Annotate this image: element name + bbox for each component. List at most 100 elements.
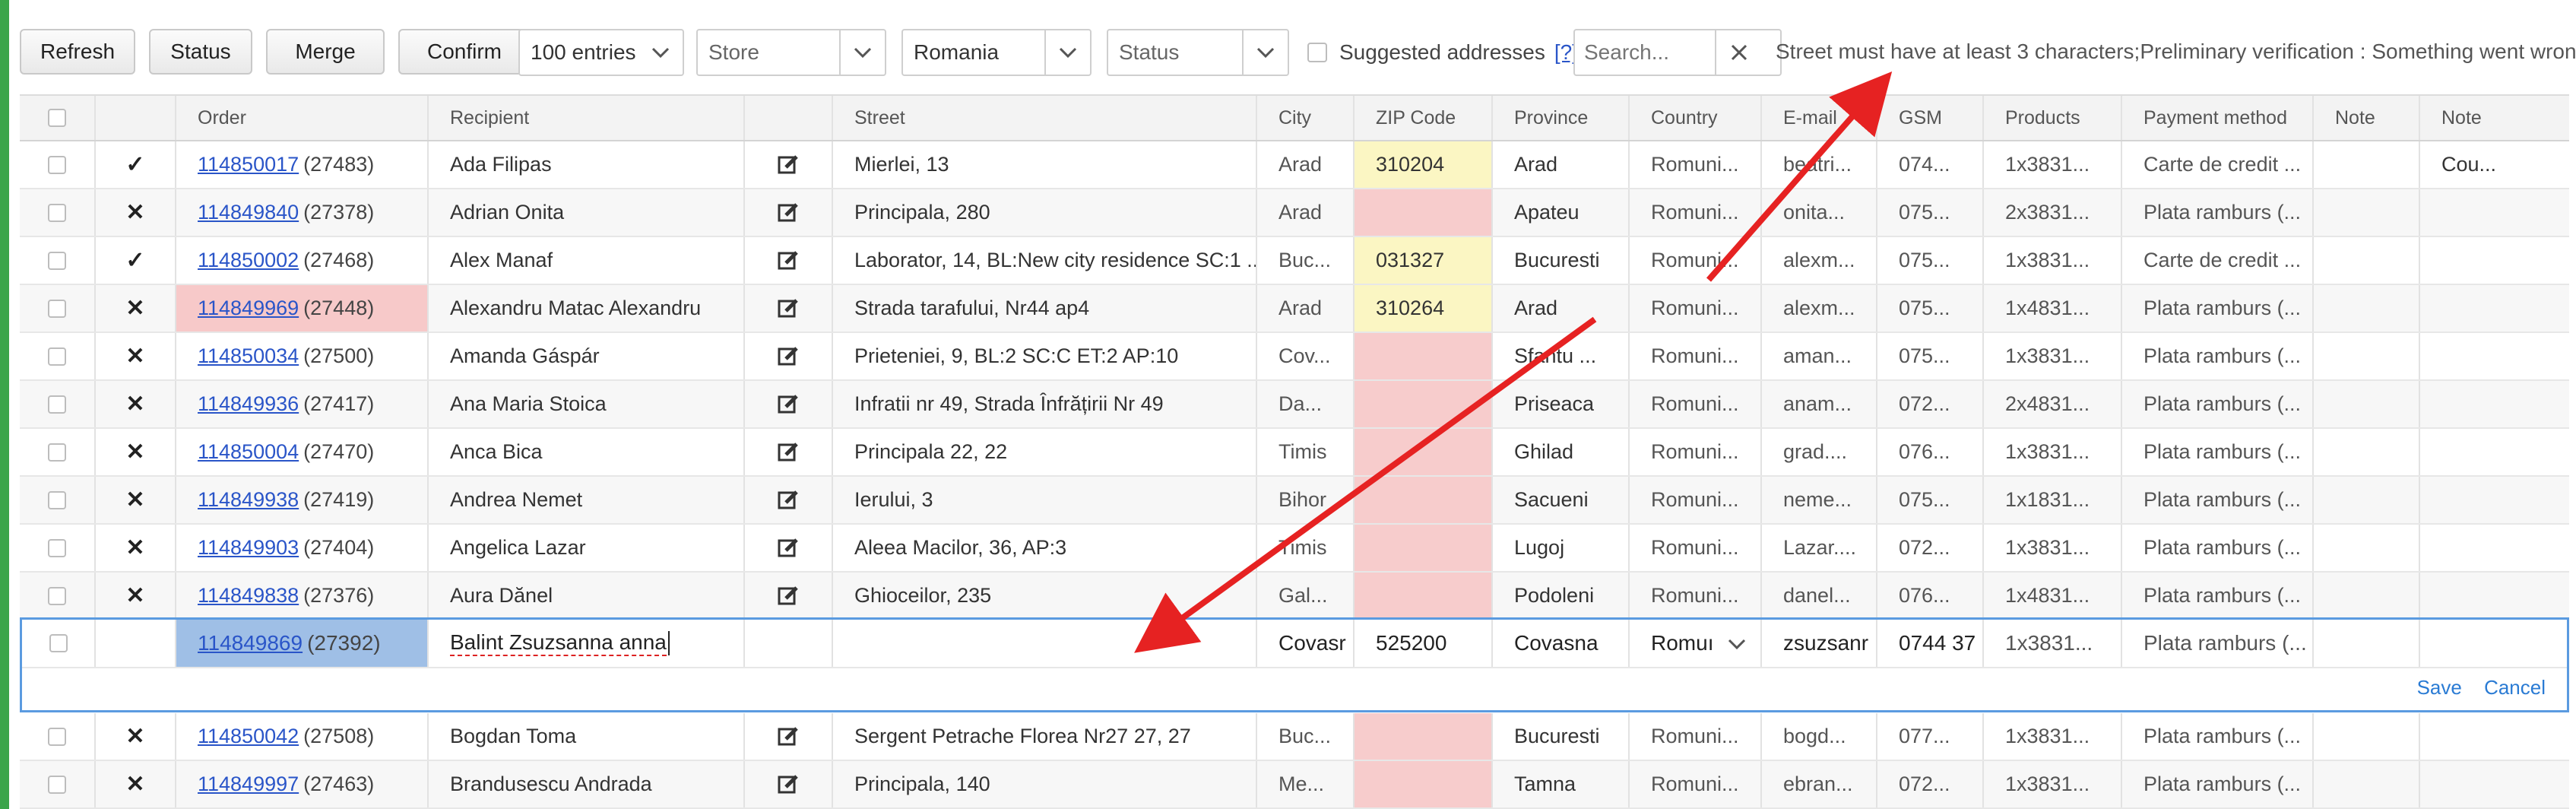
row-checkbox[interactable] xyxy=(48,775,66,794)
header-province[interactable]: Province xyxy=(1493,96,1630,140)
orders-table: Order Recipient Street City ZIP Code Pro… xyxy=(20,94,2569,809)
email-value: Lazar.... xyxy=(1783,536,1857,559)
edit-country-select[interactable]: Romuı xyxy=(1630,620,1762,667)
row-checkbox[interactable] xyxy=(48,155,66,174)
row-checkbox[interactable] xyxy=(48,203,66,222)
edit-zip-input[interactable]: 525200 xyxy=(1355,620,1493,667)
merge-button[interactable]: Merge xyxy=(266,29,385,75)
edit-icon[interactable] xyxy=(745,141,833,188)
country-select[interactable]: Romania xyxy=(901,29,1092,76)
row-checkbox[interactable] xyxy=(49,634,68,652)
row-checkbox[interactable] xyxy=(48,727,66,746)
order-link[interactable]: 114849938 xyxy=(198,488,299,512)
header-note-2[interactable]: Note xyxy=(2420,96,2569,140)
edit-recipient-input[interactable]: Balint Zsuzsanna anna xyxy=(429,620,745,667)
row-checkbox[interactable] xyxy=(48,586,66,605)
header-gsm[interactable]: GSM xyxy=(1877,96,1984,140)
select-all-checkbox[interactable] xyxy=(48,109,66,127)
order-link[interactable]: 114849838 xyxy=(198,584,299,608)
edit-icon[interactable] xyxy=(745,189,833,236)
header-products[interactable]: Products xyxy=(1984,96,2122,140)
order-id: (27470) xyxy=(303,440,375,463)
table-row[interactable]: ✕ 114849936 (27417) Ana Maria Stoica Infrati… xyxy=(20,381,2569,429)
refresh-button[interactable]: Refresh xyxy=(20,29,135,75)
table-row[interactable]: ✕ 114850042 (27508) Bogdan Toma Sergent Petr… xyxy=(20,713,2569,761)
cell-street: Strada tarafului, Nr44 ap4 xyxy=(833,285,1257,332)
row-checkbox[interactable] xyxy=(48,443,66,462)
search-input[interactable] xyxy=(1575,40,1715,65)
row-checkbox[interactable] xyxy=(48,490,66,509)
search-box xyxy=(1573,29,1782,76)
edit-street-input[interactable] xyxy=(833,620,1257,667)
gsm-value: 077... xyxy=(1899,725,1950,747)
edit-icon[interactable] xyxy=(745,573,833,619)
table-row[interactable]: ✕ 114849838 (27376) Aura Dănel Ghioceilor, 2… xyxy=(20,573,2569,620)
edit-icon[interactable] xyxy=(745,477,833,523)
edit-icon[interactable] xyxy=(745,333,833,379)
order-link[interactable]: 114850004 xyxy=(198,440,299,464)
clear-icon[interactable] xyxy=(1715,30,1762,75)
row-checkbox[interactable] xyxy=(48,538,66,557)
table-row[interactable]: ✓ 114850017 (27483) Ada Filipas Mierlei, 13 A… xyxy=(20,141,2569,189)
order-link[interactable]: 114849903 xyxy=(198,536,299,560)
edit-icon[interactable] xyxy=(745,429,833,475)
cell-gsm: 072... xyxy=(1877,525,1984,571)
order-link[interactable]: 114850002 xyxy=(198,249,299,272)
header-payment[interactable]: Payment method xyxy=(2122,96,2314,140)
header-recipient[interactable]: Recipient xyxy=(429,96,745,140)
save-button[interactable]: Save xyxy=(2417,676,2462,699)
order-link[interactable]: 114849997 xyxy=(198,773,299,796)
table-row[interactable]: ✕ 114849969 (27448) Alexandru Matac Alexand… xyxy=(20,285,2569,333)
accent-bar xyxy=(0,0,9,809)
table-row[interactable]: ✕ 114850034 (27500) Amanda Gáspár Prieteniei… xyxy=(20,333,2569,381)
order-link[interactable]: 114849936 xyxy=(198,392,299,416)
order-link[interactable]: 114849969 xyxy=(198,297,299,320)
cell-mark: ✕ xyxy=(96,761,176,807)
order-link[interactable]: 114850017 xyxy=(198,153,299,176)
country-value: Romuni... xyxy=(1651,536,1739,559)
table-row[interactable]: ✕ 114849840 (27378) Adrian Onita Principala,… xyxy=(20,189,2569,237)
row-checkbox[interactable] xyxy=(48,299,66,318)
edit-province-input[interactable]: Covasna xyxy=(1493,620,1630,667)
order-link[interactable]: 114850034 xyxy=(198,344,299,368)
store-select[interactable]: Store xyxy=(696,29,886,76)
row-checkbox[interactable] xyxy=(48,251,66,270)
cell-products: 1x3831... xyxy=(1984,713,2122,760)
header-street[interactable]: Street xyxy=(833,96,1257,140)
cancel-button[interactable]: Cancel xyxy=(2484,676,2546,699)
header-email[interactable]: E-mail xyxy=(1762,96,1877,140)
confirm-button[interactable]: Confirm xyxy=(398,29,531,75)
entries-select[interactable]: 100 entries xyxy=(518,29,684,76)
edit-gsm-input[interactable]: 0744 37 xyxy=(1877,620,1984,667)
table-row[interactable]: ✓ 114850002 (27468) Alex Manaf Laborator, 14… xyxy=(20,237,2569,285)
table-row[interactable]: ✕ 114850004 (27470) Anca Bica Principala 22,… xyxy=(20,429,2569,477)
payment-value: Plata ramburs (... xyxy=(2143,584,2302,607)
edit-icon[interactable] xyxy=(745,525,833,571)
edit-city-input[interactable]: Covasr xyxy=(1257,620,1355,667)
order-link[interactable]: 114849840 xyxy=(198,201,299,224)
header-order[interactable]: Order xyxy=(176,96,429,140)
table-row[interactable]: ✕ 114849997 (27463) Brandusescu Andrada Prin… xyxy=(20,761,2569,809)
recipient-value: Brandusescu Andrada xyxy=(450,773,652,795)
edit-email-input[interactable]: zsuzsanr xyxy=(1762,620,1877,667)
edit-icon[interactable] xyxy=(745,713,833,760)
order-link[interactable]: 114850042 xyxy=(198,725,299,748)
header-city[interactable]: City xyxy=(1257,96,1355,140)
header-zip[interactable]: ZIP Code xyxy=(1355,96,1493,140)
edit-icon[interactable] xyxy=(745,237,833,284)
status-select[interactable]: Status xyxy=(1107,29,1289,76)
header-note-1[interactable]: Note xyxy=(2314,96,2420,140)
edit-icon[interactable] xyxy=(745,761,833,807)
edit-icon[interactable] xyxy=(745,381,833,427)
order-link[interactable]: 114849869 xyxy=(198,631,303,655)
suggested-addresses-checkbox[interactable] xyxy=(1307,43,1327,62)
cell-products: 2x4831... xyxy=(1984,381,2122,427)
row-checkbox[interactable] xyxy=(48,347,66,366)
table-row[interactable]: ✕ 114849938 (27419) Andrea Nemet Ierului, 3 B… xyxy=(20,477,2569,525)
cell-products: 1x3831... xyxy=(1984,525,2122,571)
header-country[interactable]: Country xyxy=(1630,96,1762,140)
status-button[interactable]: Status xyxy=(149,29,252,75)
edit-icon[interactable] xyxy=(745,285,833,332)
table-row[interactable]: ✕ 114849903 (27404) Angelica Lazar Aleea Mac… xyxy=(20,525,2569,573)
row-checkbox[interactable] xyxy=(48,395,66,414)
